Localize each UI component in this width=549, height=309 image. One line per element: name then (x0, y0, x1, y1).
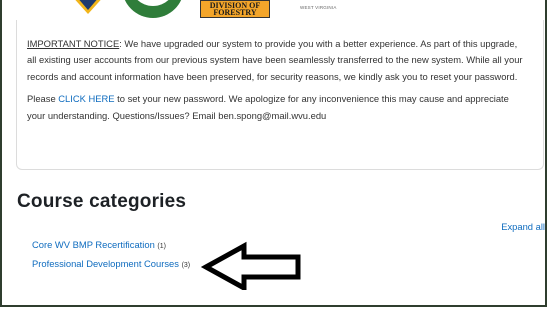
category-count: (3) (181, 262, 191, 269)
notice-paragraph-2-prefix: Please (27, 93, 59, 105)
support-email: ben.spong@mail.wvu.edu (218, 109, 327, 121)
notice-heading: IMPORTANT NOTICE (27, 38, 120, 49)
category-count: (1) (157, 243, 166, 250)
click-here-link[interactable]: CLICK HERE (58, 93, 114, 104)
left-arrow-annotation-icon (200, 241, 301, 290)
division-of-forestry-logo: DIVISION OF FORESTRY (200, 0, 270, 18)
west-virginia-logo: WEST VIRGINIA (300, 5, 337, 10)
notice-paragraph-2: Please CLICK HERE to set your new passwo… (27, 91, 527, 124)
forestry-logo-line2: FORESTRY (213, 8, 257, 17)
notice-paragraph-1: IMPORTANT NOTICE: We have upgraded our s… (27, 36, 527, 85)
important-notice: IMPORTANT NOTICE: We have upgraded our s… (27, 36, 527, 124)
course-categories-heading: Course categories (17, 191, 187, 212)
category-core-wv-bmp-recertification[interactable]: Core WV BMP Recertification (1) (32, 239, 166, 250)
partner-logos: DIVISION OF FORESTRY WEST VIRGINIA (60, 0, 380, 22)
wvu-logo-inner (76, 0, 100, 10)
category-name[interactable]: Core WV BMP Recertification (32, 239, 155, 250)
expand-all-link[interactable]: Expand all (501, 221, 545, 232)
category-name[interactable]: Professional Development Courses (32, 258, 179, 269)
category-professional-development-courses[interactable]: Professional Development Courses (3) (32, 258, 190, 269)
